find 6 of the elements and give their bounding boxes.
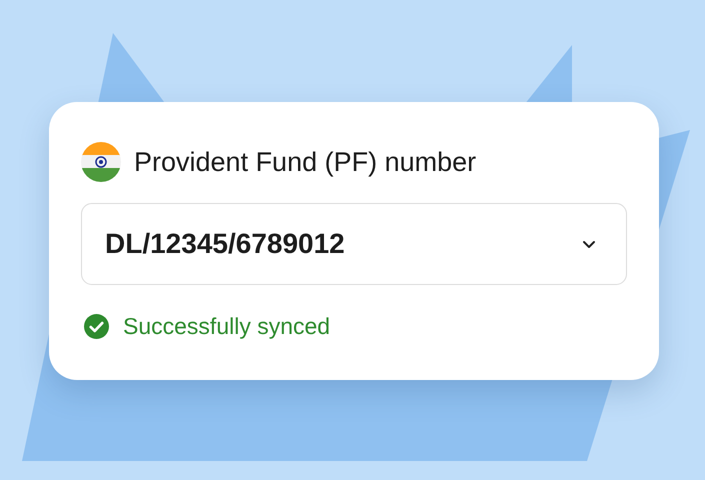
check-circle-icon: [84, 314, 109, 339]
flag-icon: [81, 142, 121, 182]
field-label: Provident Fund (PF) number: [134, 146, 476, 178]
chevron-icon: [582, 240, 596, 248]
pf-number-dropdown[interactable]: DL/12345/6789012: [81, 203, 627, 285]
status-message: Successfully synced: [123, 313, 330, 340]
